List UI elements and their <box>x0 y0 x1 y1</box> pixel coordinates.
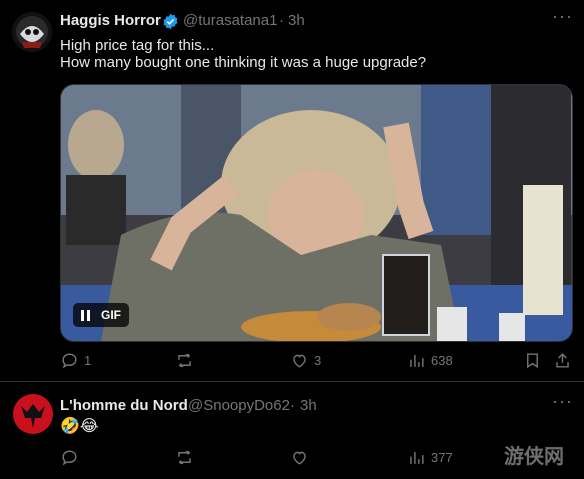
views-button[interactable]: 377 <box>407 448 453 467</box>
post-text: 🤣😂 <box>60 418 99 435</box>
views-button[interactable]: 638 <box>407 351 453 370</box>
separator-dot: · <box>279 12 284 29</box>
views-icon <box>410 451 424 464</box>
reply-icon <box>62 353 77 369</box>
reply-button[interactable] <box>60 448 79 467</box>
verified-icon <box>163 13 178 30</box>
reply-icon <box>62 450 77 466</box>
reply-count: 1 <box>84 353 92 368</box>
post-time[interactable]: 3h <box>300 397 317 414</box>
avatar-lhomme-du-nord[interactable] <box>13 394 53 434</box>
view-count: 638 <box>431 353 453 368</box>
like-icon <box>293 451 306 465</box>
more-icon[interactable]: ··· <box>552 391 573 412</box>
like-button[interactable] <box>290 448 309 467</box>
avatar-haggis-horror[interactable] <box>12 12 52 52</box>
author-name[interactable]: L'homme du Nord <box>60 397 188 414</box>
gif-media[interactable]: GIF <box>60 84 573 342</box>
post-2-actions: 377 <box>60 448 545 470</box>
pause-icon[interactable] <box>81 309 93 321</box>
post-time[interactable]: 3h <box>288 12 305 29</box>
repost-button[interactable] <box>175 351 194 370</box>
avatar-image <box>12 12 52 52</box>
gif-image <box>61 85 572 341</box>
post-text-line-2: How many bought one thinking it was a hu… <box>60 54 427 71</box>
reply-button[interactable]: 1 <box>60 351 91 370</box>
share-button[interactable] <box>553 351 572 370</box>
post-1[interactable]: Haggis Horror @turasatana1 · 3h ··· High… <box>0 0 584 381</box>
post-1-actions: 1 3 638 <box>60 351 569 373</box>
bookmark-icon <box>527 353 538 369</box>
gif-badge[interactable]: GIF <box>73 303 129 327</box>
post-2[interactable]: L'homme du Nord @SnoopyDo62 · 3h ··· 🤣😂 … <box>0 382 584 479</box>
repost-button[interactable] <box>175 448 194 467</box>
more-icon[interactable]: ··· <box>552 6 573 27</box>
like-button[interactable]: 3 <box>290 351 321 370</box>
view-count: 377 <box>431 450 453 465</box>
avatar-image <box>13 394 53 434</box>
gif-label: GIF <box>101 308 121 322</box>
like-icon <box>293 354 306 368</box>
author-name[interactable]: Haggis Horror <box>60 12 161 29</box>
repost-icon <box>178 353 191 368</box>
bookmark-button[interactable] <box>523 351 542 370</box>
watermark: 游侠网 <box>504 446 564 468</box>
author-handle[interactable]: @turasatana1 <box>183 12 277 29</box>
like-count: 3 <box>314 353 322 368</box>
share-icon <box>556 353 569 368</box>
repost-icon <box>178 450 191 465</box>
separator-dot: · <box>290 397 295 414</box>
views-icon <box>410 354 424 367</box>
author-handle[interactable]: @SnoopyDo62 <box>188 397 290 414</box>
